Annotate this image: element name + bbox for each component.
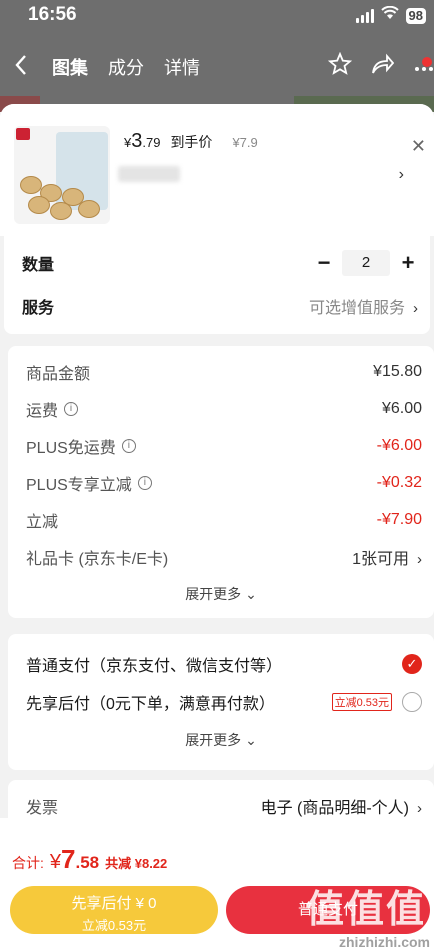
- checkout-footer: 合计: ¥ 7 .58 共减 ¥8.22 先享后付 ¥ 0 立减0.53元 普通…: [0, 818, 434, 948]
- pay-later-button-label: 先享后付 ¥ 0: [71, 895, 157, 912]
- notification-badge: [422, 56, 432, 67]
- quantity-stepper[interactable]: − 2 +: [314, 250, 418, 276]
- fee-row: PLUS免运费 i -¥6.00: [26, 434, 422, 458]
- payment-option-label: 普通支付（京东支付、微信支付等）: [26, 658, 283, 675]
- tab-gallery[interactable]: 图集: [52, 54, 88, 80]
- quantity-label: 数量: [22, 257, 55, 274]
- watermark-url: zhizhizhi.com: [339, 934, 430, 948]
- fee-label: PLUS免运费: [26, 440, 116, 457]
- chevron-right-icon: ›: [413, 300, 418, 317]
- back-icon[interactable]: [14, 54, 28, 81]
- payment-option-normal[interactable]: 普通支付（京东支付、微信支付等） ✓: [26, 652, 422, 676]
- total-saved: 共减 ¥8.22: [105, 856, 168, 871]
- expand-more-label: 展开更多: [185, 732, 242, 748]
- more-icon[interactable]: [412, 55, 434, 79]
- service-label: 服务: [22, 300, 55, 317]
- fee-row: 商品金额 ¥15.80: [26, 360, 422, 384]
- top-nav: 图集 成分 详情: [0, 46, 434, 86]
- fee-label: 运费: [26, 403, 59, 420]
- total-integer: 7: [61, 844, 76, 874]
- total-decimal: .58: [75, 853, 100, 872]
- signal-icon: [355, 8, 374, 23]
- blurred-spec-text: [118, 166, 180, 182]
- pay-later-button[interactable]: 先享后付 ¥ 0 立减0.53元: [10, 886, 218, 934]
- brand-logo: [16, 128, 30, 140]
- price-integer: 3: [131, 130, 143, 152]
- info-icon[interactable]: i: [64, 402, 79, 416]
- fee-value: -¥6.00: [376, 437, 422, 454]
- service-value: 可选增值服务: [308, 300, 405, 317]
- quantity-value[interactable]: 2: [342, 250, 390, 276]
- checkout-sheet: ¥3.79 到手价 ¥7.9 › ✕ 数量 − 2 + 服务 可选增值服务 › 商…: [0, 104, 434, 948]
- order-total: 合计: ¥ 7 .58 共减 ¥8.22: [12, 844, 167, 875]
- info-icon[interactable]: i: [137, 476, 152, 490]
- promo-badge: 立减0.53元: [331, 693, 392, 711]
- chevron-right-icon: ›: [417, 800, 422, 817]
- tab-details[interactable]: 详情: [164, 54, 200, 80]
- status-time: 16:56: [28, 4, 77, 25]
- nut-image: [20, 176, 42, 194]
- fee-row: PLUS专享立减 i -¥0.32: [26, 471, 422, 495]
- payment-option-label: 先享后付（0元下单，满意再付款）: [26, 696, 275, 713]
- star-icon[interactable]: [327, 51, 353, 81]
- fee-value: ¥15.80: [373, 363, 422, 380]
- fee-label: 礼品卡 (京东卡/E卡): [26, 551, 169, 568]
- share-icon[interactable]: [370, 53, 395, 80]
- nut-image: [78, 200, 100, 218]
- wifi-icon: [380, 5, 399, 25]
- minus-button[interactable]: −: [314, 250, 334, 276]
- invoice-label: 发票: [26, 800, 59, 817]
- fee-label: PLUS专享立减: [26, 477, 132, 494]
- chevron-right-icon[interactable]: ›: [399, 166, 404, 184]
- payment-method-card: 普通支付（京东支付、微信支付等） ✓ 先享后付（0元下单，满意再付款） 立减0.…: [8, 634, 434, 770]
- price-tag: 到手价: [170, 134, 213, 150]
- close-icon[interactable]: ✕: [411, 136, 426, 157]
- fee-label: 商品金额: [26, 366, 91, 383]
- chevron-down-icon: ⌄: [241, 732, 257, 748]
- fee-breakdown-card: 商品金额 ¥15.80 运费 i ¥6.00 PLUS免运费 i -¥6.00 PL…: [8, 346, 434, 618]
- fee-value: 1张可用: [352, 551, 409, 568]
- product-summary[interactable]: ¥3.79 到手价 ¥7.9 › ✕: [0, 104, 434, 236]
- total-label: 合计:: [12, 855, 44, 871]
- fee-value: ¥6.00: [381, 400, 422, 417]
- expand-more-label: 展开更多: [185, 586, 242, 602]
- checked-icon[interactable]: ✓: [402, 654, 422, 674]
- fee-value: -¥0.32: [376, 474, 422, 491]
- product-price: ¥3.79 到手价 ¥7.9: [124, 130, 258, 153]
- quantity-service-card: 数量 − 2 + 服务 可选增值服务 ›: [4, 236, 430, 334]
- product-thumbnail: [14, 126, 110, 224]
- nut-image: [50, 202, 72, 220]
- pay-later-button-promo: 立减0.53元: [81, 918, 147, 933]
- nut-image: [28, 196, 50, 214]
- gift-card-row[interactable]: 礼品卡 (京东卡/E卡) 1张可用 ›: [26, 545, 422, 569]
- expand-more-fees[interactable]: 展开更多 ⌄: [8, 584, 434, 604]
- payment-option-pay-later[interactable]: 先享后付（0元下单，满意再付款） 立减0.53元: [26, 690, 422, 714]
- status-bar: 16:56 98: [0, 0, 434, 30]
- original-price: ¥7.9: [232, 135, 258, 150]
- fee-value: -¥7.90: [376, 511, 422, 528]
- watermark-logo: 值值值: [305, 889, 426, 931]
- quantity-row: 数量 − 2 +: [22, 250, 418, 276]
- fee-row: 运费 i ¥6.00: [26, 397, 422, 421]
- invoice-row[interactable]: 发票 电子 (商品明细-个人) ›: [26, 794, 422, 818]
- service-row[interactable]: 服务 可选增值服务 ›: [22, 294, 418, 318]
- chevron-down-icon: ⌄: [241, 586, 257, 602]
- tab-ingredients[interactable]: 成分: [108, 54, 144, 80]
- info-icon[interactable]: i: [121, 439, 136, 453]
- fee-label: 立减: [26, 514, 59, 531]
- total-currency: ¥: [49, 851, 62, 873]
- chevron-right-icon: ›: [417, 551, 422, 568]
- price-decimal: .79: [142, 135, 161, 150]
- invoice-value: 电子 (商品明细-个人): [260, 800, 409, 817]
- fee-row: 立减 -¥7.90: [26, 508, 422, 532]
- expand-more-payment[interactable]: 展开更多 ⌄: [8, 730, 434, 750]
- battery-indicator: 98: [405, 7, 426, 24]
- plus-button[interactable]: +: [398, 250, 418, 276]
- radio-button[interactable]: [402, 692, 422, 712]
